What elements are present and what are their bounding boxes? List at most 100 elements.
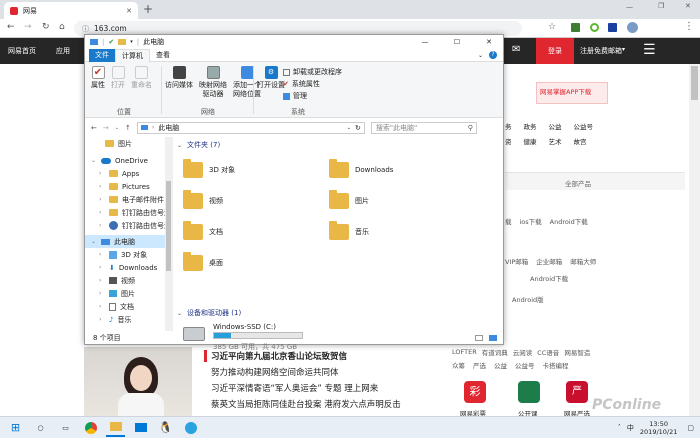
bottom-link[interactable]: 云阅读 — [513, 347, 533, 357]
nav-item[interactable]: › 钉钉路由信号测 — [85, 219, 172, 232]
mail-taskbar-icon[interactable] — [131, 418, 150, 437]
tiles-view-icon[interactable] — [489, 335, 497, 341]
page-scrollbar[interactable] — [689, 64, 700, 416]
map-drive-button[interactable]: 映射网络驱动器 — [199, 66, 227, 99]
details-view-icon[interactable] — [475, 335, 483, 341]
headline-photo[interactable] — [84, 347, 192, 416]
qat-folder-icon[interactable] — [118, 38, 127, 45]
svc-link[interactable]: 企业邮箱 — [536, 256, 562, 266]
path-dropdown-icon[interactable]: ⌄ — [347, 125, 351, 131]
open-settings-button[interactable]: ⚙ 打开设置 — [257, 66, 285, 90]
restore-button[interactable]: ❐ — [658, 2, 664, 10]
refresh-icon[interactable]: ↻ — [355, 124, 361, 132]
qat-dropdown-icon[interactable]: ▾ — [130, 39, 133, 45]
reload-icon[interactable]: ↻ — [42, 22, 50, 32]
browser-tab[interactable]: 网易 ✕ — [4, 2, 138, 19]
bottom-link[interactable]: LOFTER — [452, 348, 477, 356]
svc-link[interactable]: 邮箱大师 — [570, 256, 596, 266]
hamburger-menu-icon[interactable]: ☰ — [643, 42, 656, 58]
help-icon[interactable]: ? — [489, 51, 497, 59]
explorer-minimize-button[interactable]: — — [411, 38, 439, 46]
nav-item[interactable]: › 钉钉路由信号测 — [85, 206, 172, 219]
right-link[interactable]: 务 — [505, 120, 512, 135]
ime-indicator[interactable]: 中 — [627, 423, 634, 433]
open-course-app-icon[interactable] — [518, 381, 540, 403]
qat-properties-icon[interactable]: ✔ — [108, 38, 114, 46]
bottom-link[interactable]: 有道词典 — [482, 347, 508, 357]
nav-home-link[interactable]: 网易首页 — [8, 46, 36, 56]
right-link[interactable]: 艺术 — [549, 135, 562, 150]
task-view-icon[interactable]: ▭ — [56, 418, 75, 437]
bottom-link[interactable]: 众筹 — [452, 360, 465, 370]
bottom-link[interactable]: CC语音 — [537, 347, 559, 357]
recent-dropdown-icon[interactable]: ⌄ — [115, 125, 119, 131]
manage-button[interactable]: 管理 — [283, 90, 342, 102]
chrome-taskbar-icon[interactable] — [81, 418, 100, 437]
search-taskbar-icon[interactable]: ○ — [31, 418, 50, 437]
nav-item[interactable]: › Apps — [85, 167, 172, 180]
news-item[interactable]: 蔡英文当局拒陈同佳赴台投案 港府发六点声明反击 — [204, 396, 444, 412]
properties-button[interactable]: ✔ 属性 — [91, 66, 105, 90]
extension-icon-1[interactable] — [571, 23, 580, 32]
nav-item[interactable]: › ♪ 音乐 — [85, 313, 172, 326]
svc-link[interactable]: Android下载 — [530, 273, 568, 283]
extension-icon-3[interactable] — [608, 23, 617, 32]
nav-scrollbar-thumb[interactable] — [166, 181, 171, 271]
nav-up-icon[interactable]: ↑ — [125, 124, 131, 132]
profile-icon[interactable] — [627, 22, 638, 33]
app-ad-banner[interactable]: 网易掌握APP下载 — [536, 82, 608, 104]
nav-scrollbar[interactable] — [165, 137, 172, 331]
explorer-taskbar-icon[interactable] — [106, 418, 125, 437]
right-link[interactable]: 政务 — [524, 120, 537, 135]
explorer-close-button[interactable]: ✕ — [475, 38, 503, 46]
dl-link[interactable]: Android下载 — [550, 216, 588, 226]
yanxuan-app-icon[interactable]: 严 — [566, 381, 588, 403]
close-tab-icon[interactable]: ✕ — [126, 7, 132, 15]
folder-item[interactable]: 桌面 — [183, 248, 223, 278]
nav-item[interactable]: › 3D 对象 — [85, 248, 172, 261]
nav-item[interactable]: › 电子邮件附件 — [85, 193, 172, 206]
chrome-menu-icon[interactable]: ⋮ — [684, 21, 694, 32]
clock[interactable]: 13:50 2019/10/21 — [640, 420, 677, 436]
bookmark-star-icon[interactable]: ☆ — [548, 22, 556, 32]
folder-item[interactable]: Downloads — [329, 155, 393, 185]
folder-item[interactable]: 视频 — [183, 186, 223, 216]
dl-link[interactable]: ios下载 — [520, 216, 542, 226]
all-products-link[interactable]: 全部产品 — [565, 178, 591, 188]
telegram-taskbar-icon[interactable] — [181, 418, 200, 437]
right-link[interactable]: 故宫 — [574, 135, 587, 150]
right-link[interactable]: 公益号 — [574, 120, 594, 135]
svc-link[interactable]: VIP邮箱 — [505, 256, 528, 266]
news-item[interactable]: 习近平深情寄语“军人奥运会” 专题 理上网来 — [204, 380, 444, 396]
folder-item[interactable]: 3D 对象 — [183, 155, 235, 185]
right-link[interactable]: 健康 — [524, 135, 537, 150]
nav-item[interactable]: 图片 — [85, 137, 172, 150]
right-link[interactable]: 资 — [505, 135, 512, 150]
nav-back-icon[interactable]: ← — [91, 124, 97, 132]
folders-section-header[interactable]: ⌄ 文件夹 (7) — [177, 139, 499, 151]
bottom-link[interactable]: 卡搭编程 — [543, 360, 569, 370]
explorer-maximize-button[interactable]: ☐ — [443, 38, 471, 46]
ribbon-tab-view[interactable]: 查看 — [150, 49, 176, 62]
home-icon[interactable]: ⌂ — [59, 22, 65, 32]
ribbon-tab-file[interactable]: 文件 — [89, 48, 115, 62]
register-link[interactable]: 注册免费邮箱 — [580, 46, 622, 56]
nav-apps-link[interactable]: 应用 — [56, 46, 70, 56]
svc-link[interactable]: Android版 — [512, 294, 544, 304]
folder-item[interactable]: 音乐 — [329, 217, 369, 247]
forward-icon[interactable]: → — [24, 22, 32, 32]
tray-up-icon[interactable]: ˄ — [618, 424, 621, 431]
back-icon[interactable]: ← — [7, 22, 15, 32]
nav-forward-icon[interactable]: → — [103, 124, 109, 132]
bottom-link[interactable]: 网易智造 — [564, 347, 590, 357]
ribbon-tab-computer[interactable]: 计算机 — [115, 48, 150, 62]
nav-item-selected[interactable]: ⌄ 此电脑 — [85, 235, 172, 248]
folder-item[interactable]: 图片 — [329, 186, 369, 216]
right-link[interactable]: 公益 — [549, 120, 562, 135]
system-properties-button[interactable]: ✔ 系统属性 — [283, 78, 342, 90]
nav-item[interactable]: › ⬇ Downloads — [85, 261, 172, 274]
start-windows-icon[interactable]: ⊞ — [6, 418, 25, 437]
mail-icon[interactable]: ✉ — [512, 44, 520, 55]
login-button[interactable]: 登录 — [536, 38, 574, 64]
nav-item[interactable]: › 图片 — [85, 287, 172, 300]
